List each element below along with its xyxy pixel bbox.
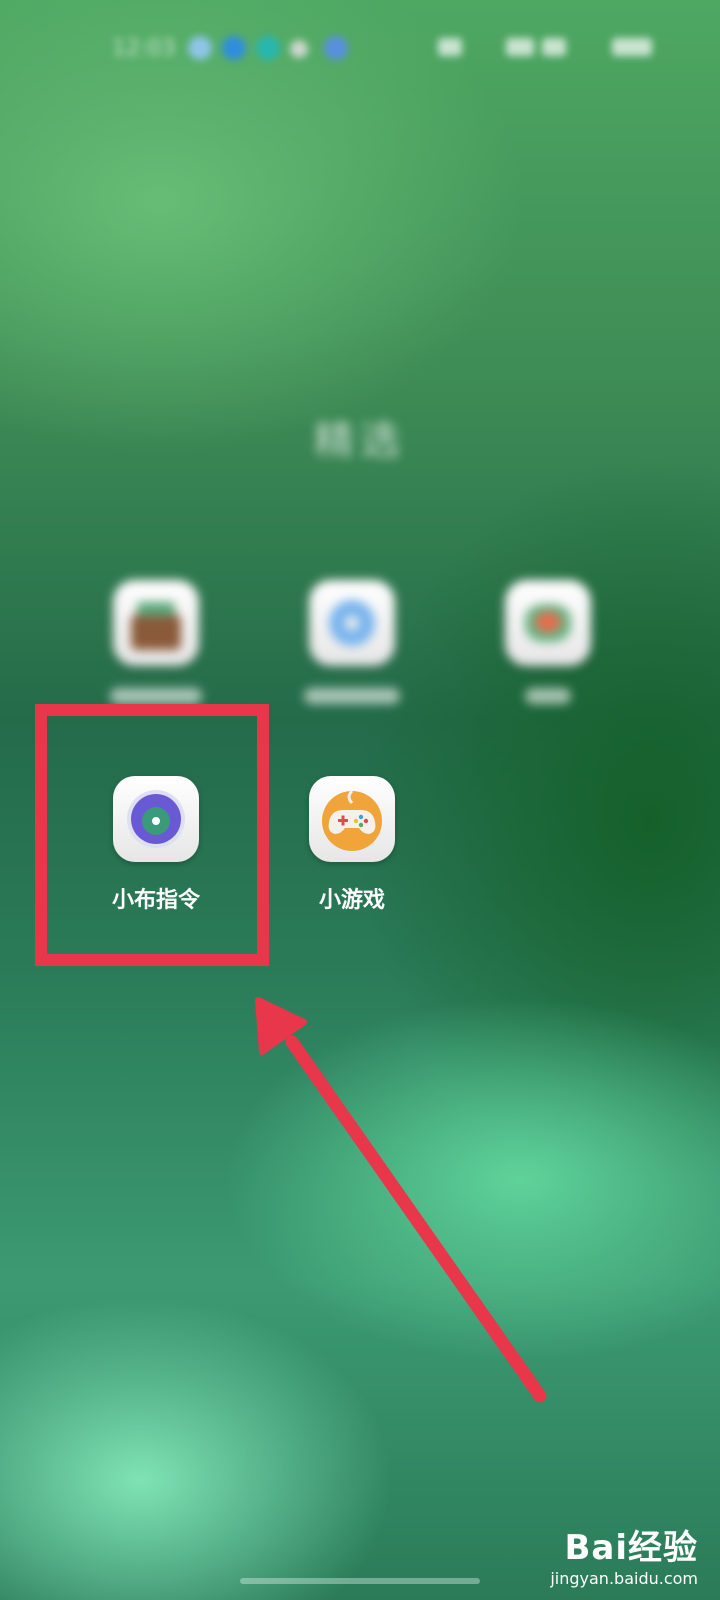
wifi-icon bbox=[506, 38, 534, 56]
status-time: 12:03 bbox=[112, 36, 176, 61]
watermark-logo: Bai经验 bbox=[564, 1528, 698, 1568]
folder-title: 精选 bbox=[314, 418, 406, 464]
app-blurred-2[interactable] bbox=[282, 580, 422, 704]
app-label bbox=[525, 688, 571, 704]
app-icon bbox=[505, 580, 591, 666]
app-label: 小游戏 bbox=[318, 888, 385, 913]
notification-icon bbox=[222, 36, 246, 60]
signal-icon bbox=[438, 38, 462, 56]
notification-icon bbox=[188, 36, 212, 60]
status-bar: 12:03 bbox=[0, 0, 720, 90]
highlight-box bbox=[35, 704, 269, 966]
app-label bbox=[304, 688, 400, 704]
app-icon bbox=[113, 580, 199, 666]
app-icon bbox=[309, 580, 395, 666]
notification-icon bbox=[256, 36, 280, 60]
app-label bbox=[110, 688, 202, 704]
battery-icon bbox=[612, 38, 652, 56]
home-indicator[interactable] bbox=[240, 1578, 480, 1584]
app-blurred-1[interactable] bbox=[86, 580, 226, 704]
signal-bars-icon bbox=[542, 38, 566, 56]
gamepad-icon bbox=[309, 776, 395, 862]
notification-icon bbox=[324, 36, 348, 60]
baidu-jingyan-watermark: Bai经验 jingyan.baidu.com bbox=[550, 1520, 698, 1588]
notification-icon bbox=[290, 40, 308, 58]
watermark-url: jingyan.baidu.com bbox=[550, 1569, 698, 1588]
app-blurred-3[interactable] bbox=[478, 580, 618, 704]
app-mini-games[interactable]: 小游戏 bbox=[282, 776, 422, 914]
